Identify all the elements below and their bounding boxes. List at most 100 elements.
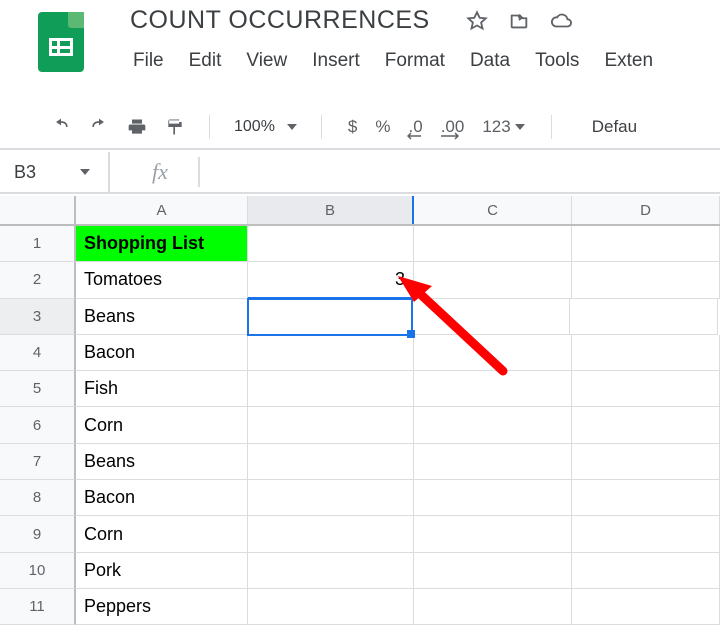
cell-B10[interactable]: [248, 553, 414, 589]
cell-C6[interactable]: [414, 407, 572, 443]
increase-decimal-button[interactable]: .00: [433, 117, 473, 137]
menu-file[interactable]: File: [133, 50, 164, 72]
row-header[interactable]: 11: [0, 589, 76, 625]
menu-tools[interactable]: Tools: [535, 50, 579, 72]
column-header-C[interactable]: C: [414, 196, 572, 224]
fx-icon: fx: [152, 157, 200, 187]
header: COUNT OCCURRENCES File Edit View Insert …: [0, 0, 720, 6]
cell-C2[interactable]: [414, 262, 572, 298]
cell-D5[interactable]: [572, 371, 720, 407]
menu-insert[interactable]: Insert: [312, 50, 360, 72]
more-formats-label: 123: [482, 117, 510, 137]
cell-D6[interactable]: [572, 407, 720, 443]
cell-B11[interactable]: [248, 589, 414, 625]
undo-button[interactable]: [45, 113, 77, 141]
paint-format-button[interactable]: [159, 113, 191, 141]
move-icon[interactable]: [508, 10, 530, 32]
select-all-corner[interactable]: [0, 196, 76, 224]
cell-C10[interactable]: [414, 553, 572, 589]
cell-A2[interactable]: Tomatoes: [76, 262, 248, 298]
column-header-row: A B C D: [0, 196, 720, 226]
cell-B5[interactable]: [248, 371, 414, 407]
cell-B8[interactable]: [248, 480, 414, 516]
row-header[interactable]: 2: [0, 262, 76, 298]
column-header-B[interactable]: B: [248, 196, 414, 224]
redo-button[interactable]: [83, 113, 115, 141]
menu-edit[interactable]: Edit: [189, 50, 222, 72]
cell-A4[interactable]: Bacon: [76, 335, 248, 371]
row: 5 Fish: [0, 371, 720, 407]
document-title[interactable]: COUNT OCCURRENCES: [130, 6, 430, 35]
cell-A11[interactable]: Peppers: [76, 589, 248, 625]
cell-D11[interactable]: [572, 589, 720, 625]
cell-A7[interactable]: Beans: [76, 444, 248, 480]
row-header[interactable]: 5: [0, 371, 76, 407]
column-header-D[interactable]: D: [572, 196, 720, 224]
cell-B4[interactable]: [248, 335, 414, 371]
cell-B2[interactable]: 3: [248, 262, 414, 298]
more-formats-button[interactable]: 123: [474, 117, 532, 137]
row: 9 Corn: [0, 516, 720, 552]
menu-extensions[interactable]: Exten: [604, 50, 653, 72]
font-select[interactable]: Defau: [592, 117, 637, 137]
toolbar: 100% $ % .0 .00 123 Defau: [0, 106, 720, 150]
cell-C7[interactable]: [414, 444, 572, 480]
cell-D4[interactable]: [572, 335, 720, 371]
star-icon[interactable]: [466, 10, 488, 32]
row-header[interactable]: 1: [0, 226, 76, 262]
cell-B9[interactable]: [248, 516, 414, 552]
cell-A9[interactable]: Corn: [76, 516, 248, 552]
row-header[interactable]: 4: [0, 335, 76, 371]
cell-D9[interactable]: [572, 516, 720, 552]
menu-view[interactable]: View: [246, 50, 287, 72]
decrease-decimal-button[interactable]: .0: [401, 117, 431, 137]
cell-C8[interactable]: [414, 480, 572, 516]
currency-button[interactable]: $: [340, 117, 365, 137]
row-header[interactable]: 10: [0, 553, 76, 589]
cell-D2[interactable]: [572, 262, 720, 298]
cell-D8[interactable]: [572, 480, 720, 516]
cell-B3-selected[interactable]: [247, 298, 413, 336]
menu-bar: File Edit View Insert Format Data Tools …: [133, 50, 653, 72]
print-button[interactable]: [121, 113, 153, 141]
cell-A6[interactable]: Corn: [76, 407, 248, 443]
toolbar-separator: [209, 115, 210, 139]
cell-C3[interactable]: [412, 299, 570, 335]
spreadsheet-grid[interactable]: A B C D 1 Shopping List 2 Tomatoes 3 3 B…: [0, 196, 720, 636]
caret-down-icon: [80, 169, 90, 175]
cell-C1[interactable]: [414, 226, 572, 262]
percent-button[interactable]: %: [367, 117, 398, 137]
row: 8 Bacon: [0, 480, 720, 516]
sheets-logo[interactable]: [38, 12, 84, 72]
cell-B7[interactable]: [248, 444, 414, 480]
cell-D3[interactable]: [570, 299, 718, 335]
cell-A1[interactable]: Shopping List: [76, 226, 248, 262]
cell-C5[interactable]: [414, 371, 572, 407]
row-header[interactable]: 3: [0, 299, 76, 335]
cell-D10[interactable]: [572, 553, 720, 589]
row: 7 Beans: [0, 444, 720, 480]
cell-A3[interactable]: Beans: [76, 299, 248, 335]
cell-A8[interactable]: Bacon: [76, 480, 248, 516]
cell-A10[interactable]: Pork: [76, 553, 248, 589]
cell-B6[interactable]: [248, 407, 414, 443]
name-box[interactable]: B3: [0, 152, 110, 192]
cell-D7[interactable]: [572, 444, 720, 480]
cell-C11[interactable]: [414, 589, 572, 625]
column-header-A[interactable]: A: [76, 196, 248, 224]
cell-C4[interactable]: [414, 335, 572, 371]
zoom-select[interactable]: 100%: [234, 118, 297, 136]
menu-format[interactable]: Format: [385, 50, 445, 72]
row: 4 Bacon: [0, 335, 720, 371]
cell-D1[interactable]: [572, 226, 720, 262]
cloud-status-icon[interactable]: [550, 10, 572, 32]
cell-A5[interactable]: Fish: [76, 371, 248, 407]
number-format-group: $ % .0 .00 123: [340, 117, 533, 137]
menu-data[interactable]: Data: [470, 50, 510, 72]
cell-B1[interactable]: [248, 226, 414, 262]
row-header[interactable]: 6: [0, 407, 76, 443]
cell-C9[interactable]: [414, 516, 572, 552]
row-header[interactable]: 9: [0, 516, 76, 552]
row-header[interactable]: 8: [0, 480, 76, 516]
row-header[interactable]: 7: [0, 444, 76, 480]
